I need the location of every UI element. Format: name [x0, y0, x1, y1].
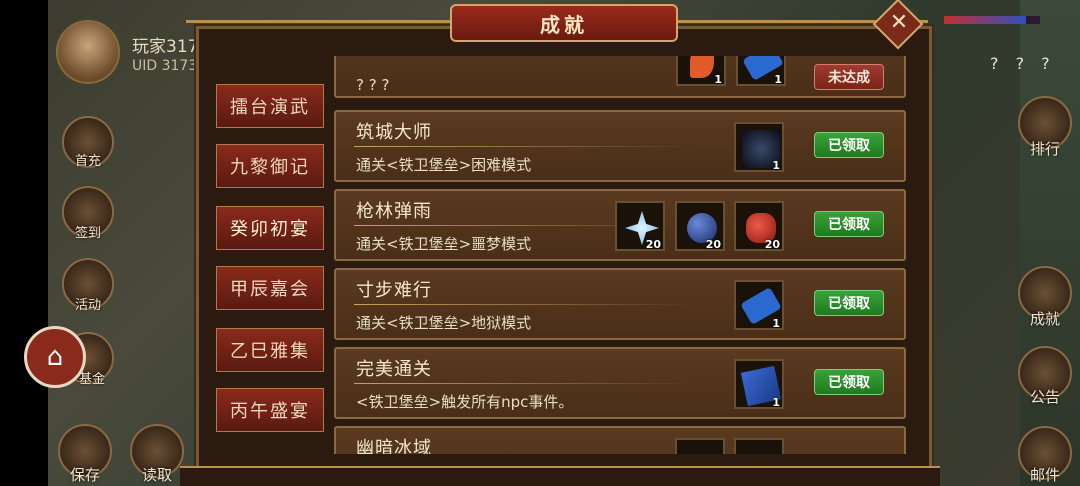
tab-yisi[interactable]: 乙巳雅集: [216, 328, 324, 372]
achievement-row: 筑城大师 通关<铁卫堡垒>困难模式 1 已领取: [334, 110, 906, 182]
feather-icon[interactable]: 1: [676, 56, 726, 86]
item-count: 20: [645, 238, 661, 251]
achievement-desc: 通关<铁卫堡垒>地狱模式: [356, 314, 532, 332]
rider-icon[interactable]: 1: [734, 122, 784, 172]
tab-guimao[interactable]: 癸卯初宴: [216, 206, 324, 250]
title-plate: 成就: [450, 4, 678, 42]
achievement-title: 筑城大师: [356, 122, 432, 143]
item-count: 1: [714, 73, 722, 86]
item-count: 20: [705, 238, 721, 251]
achievement-row: 完美通关 <铁卫堡垒>触发所有npc事件。 1 已领取: [334, 347, 906, 419]
status-badge: 未达成: [814, 64, 884, 90]
hp-bar: [944, 16, 1040, 24]
achievement-list[interactable]: ? ? ? 1 1 未达成 筑城大师 通关<铁卫堡垒>困难模式 1 已领取 枪林…: [334, 56, 906, 454]
crystal-icon[interactable]: 20: [615, 201, 665, 251]
achievement-desc: ? ? ?: [356, 76, 390, 94]
item-count: 1: [772, 396, 780, 409]
tab-label: 九黎御记: [230, 157, 310, 178]
tab-bingwu[interactable]: 丙午盛宴: [216, 388, 324, 432]
bottom-label-load: 读取: [142, 466, 173, 484]
row-divider: [354, 383, 694, 384]
item-icon[interactable]: [675, 438, 725, 454]
right-label-achievement: 成就: [1029, 310, 1060, 328]
achievement-desc: 通关<铁卫堡垒>困难模式: [356, 156, 532, 174]
bottom-label-save: 保存: [70, 466, 101, 484]
bottom-frame: [180, 466, 940, 486]
tab-label: 擂台演武: [230, 97, 310, 118]
book-icon[interactable]: 1: [734, 359, 784, 409]
side-label-activity: 活动: [74, 298, 101, 313]
tab-leitai[interactable]: 擂台演武: [216, 84, 324, 128]
claimed-button[interactable]: 已领取: [814, 132, 884, 158]
tab-label: 丙午盛宴: [230, 401, 310, 422]
achievement-row: 寸步难行 通关<铁卫堡垒>地狱模式 1 已领取: [334, 268, 906, 340]
scroll-icon[interactable]: 1: [734, 280, 784, 330]
claimed-button[interactable]: 已领取: [814, 211, 884, 237]
achievement-title: 寸步难行: [356, 280, 432, 301]
right-label-mail: 邮件: [1029, 466, 1060, 484]
player-uid: UID 3173: [132, 58, 198, 74]
tab-label: 甲辰嘉会: [230, 279, 310, 300]
fruit-icon[interactable]: 20: [675, 201, 725, 251]
side-label-signin: 签到: [74, 226, 101, 241]
achievement-title: 完美通关: [356, 359, 432, 380]
close-icon[interactable]: ✕: [886, 10, 912, 35]
floating-assistant-icon[interactable]: ⌂: [24, 326, 86, 388]
hp-fill: [944, 16, 1026, 24]
achievement-title: 幽暗冰域: [356, 438, 432, 454]
right-label-ranking: 排行: [1029, 140, 1060, 158]
player-avatar[interactable]: [56, 20, 120, 84]
glove-icon[interactable]: 20: [734, 201, 784, 251]
item-count: 1: [774, 73, 782, 86]
row-divider: [354, 146, 694, 147]
achievement-row: ? ? ? 1 1 未达成: [334, 56, 906, 98]
claimed-button[interactable]: 已领取: [814, 290, 884, 316]
tab-label: 癸卯初宴: [230, 219, 310, 240]
achievement-title: 枪林弹雨: [356, 201, 432, 222]
row-divider: [354, 304, 694, 305]
achievement-desc: <铁卫堡垒>触发所有npc事件。: [356, 393, 574, 411]
title-ornament-left: [186, 20, 450, 23]
tab-label: 乙巳雅集: [230, 341, 310, 362]
item-count: 1: [772, 317, 780, 330]
question-marks: ? ? ?: [990, 54, 1056, 73]
tab-jiuli[interactable]: 九黎御记: [216, 144, 324, 188]
achievement-row: 枪林弹雨 通关<铁卫堡垒>噩梦模式 20 20 20 已领取: [334, 189, 906, 261]
player-name: 玩家317: [132, 37, 199, 57]
scroll-icon[interactable]: 1: [736, 56, 786, 86]
item-count: 20: [764, 238, 780, 251]
item-count: 1: [772, 159, 780, 172]
achievement-row: 幽暗冰域: [334, 426, 906, 454]
right-label-notice: 公告: [1029, 388, 1060, 406]
achievement-desc: 通关<铁卫堡垒>噩梦模式: [356, 235, 532, 253]
panel-title: 成就: [540, 12, 588, 37]
tab-jiachen[interactable]: 甲辰嘉会: [216, 266, 324, 310]
claimed-button[interactable]: 已领取: [814, 369, 884, 395]
side-label-first-charge: 首充: [74, 154, 101, 169]
item-icon[interactable]: [734, 438, 784, 454]
